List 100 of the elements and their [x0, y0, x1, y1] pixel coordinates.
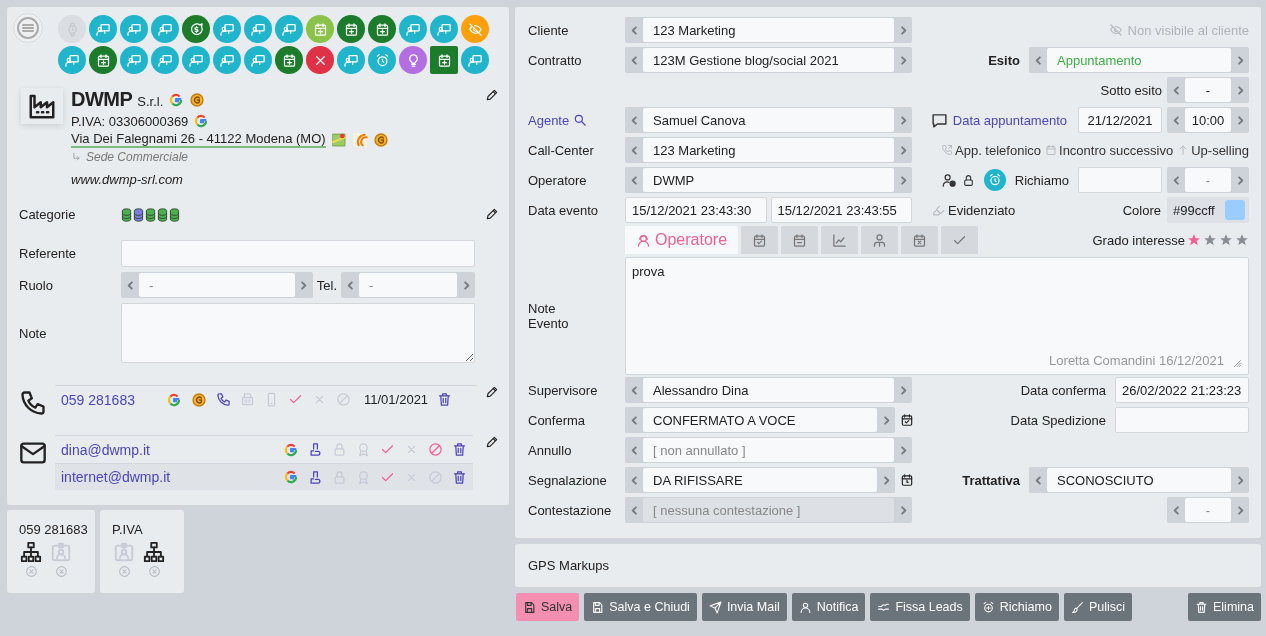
status-button[interactable]: [151, 15, 179, 43]
status-button[interactable]: [430, 15, 458, 43]
search-icon[interactable]: [573, 113, 588, 127]
id-badge-icon[interactable]: [50, 541, 72, 563]
select-field[interactable]: -: [1185, 498, 1231, 522]
status-button[interactable]: [244, 46, 272, 74]
action-button[interactable]: Pulisci: [1063, 593, 1132, 621]
select-field[interactable]: 123 Marketing: [643, 138, 894, 162]
g-coin-icon[interactable]: [189, 91, 206, 108]
status-button[interactable]: [89, 46, 117, 74]
text-field[interactable]: [121, 240, 475, 267]
select-field[interactable]: -: [1185, 78, 1231, 102]
select-field[interactable]: -: [139, 273, 295, 297]
action-button[interactable]: Richiamo: [974, 593, 1059, 621]
date-field[interactable]: 15/12/2021 23:43:30: [625, 197, 767, 223]
email-link[interactable]: internet@dwmp.it: [61, 469, 171, 485]
status-button[interactable]: [275, 46, 303, 74]
status-button[interactable]: [337, 15, 365, 43]
status-button[interactable]: [399, 46, 427, 74]
status-button[interactable]: [306, 46, 334, 74]
select-field[interactable]: DWMP: [643, 168, 894, 192]
date-field[interactable]: [1078, 167, 1162, 193]
tab[interactable]: [781, 226, 819, 254]
date-field[interactable]: 21/12/2021: [1078, 107, 1162, 133]
option-toggle[interactable]: Incontro successivo: [1059, 142, 1174, 158]
select-field[interactable]: Samuel Canova: [643, 108, 894, 132]
map-icon[interactable]: [330, 131, 347, 148]
status-button[interactable]: [399, 15, 427, 43]
g-coin-icon[interactable]: [191, 391, 207, 408]
tab[interactable]: [741, 226, 779, 254]
alarm-button[interactable]: [983, 169, 1006, 191]
arc-logo-icon[interactable]: [351, 131, 368, 148]
menu-button[interactable]: [13, 13, 43, 43]
status-button[interactable]: [244, 15, 272, 43]
pencil-icon[interactable]: [485, 88, 499, 102]
google-icon[interactable]: [283, 469, 299, 485]
x-circle-icon[interactable]: [54, 565, 68, 578]
action-button[interactable]: Fissa Leads: [870, 593, 970, 621]
trash-icon[interactable]: [437, 392, 453, 407]
select-field[interactable]: 10:00: [1185, 108, 1231, 132]
hierarchy-icon[interactable]: [143, 541, 165, 563]
x-circle-icon[interactable]: [24, 565, 38, 578]
status-button[interactable]: [182, 15, 210, 43]
option-toggle[interactable]: Up-selling: [1191, 142, 1249, 158]
status-button[interactable]: [368, 46, 396, 74]
date-field[interactable]: [1115, 407, 1249, 433]
status-button[interactable]: [213, 46, 241, 74]
highlighter-icon[interactable]: [932, 203, 945, 217]
trash-icon[interactable]: [452, 469, 467, 485]
action-button[interactable]: Notifica: [791, 593, 866, 621]
phone-link[interactable]: 059 281683: [61, 391, 157, 408]
highlight-toggle[interactable]: Evidenziato: [948, 202, 1016, 218]
tab[interactable]: [861, 226, 899, 254]
status-button[interactable]: [213, 15, 241, 43]
g-coin-icon[interactable]: [372, 131, 389, 148]
status-button[interactable]: [182, 46, 210, 74]
google-icon[interactable]: [283, 441, 299, 458]
select-field[interactable]: CONFERMATO A VOCE: [643, 408, 877, 432]
lock-icon[interactable]: [961, 173, 975, 187]
email-link[interactable]: dina@dwmp.it: [61, 441, 150, 458]
select-field[interactable]: 123 Marketing: [643, 18, 894, 42]
tab[interactable]: [901, 226, 939, 254]
action-button[interactable]: Invia Mail: [701, 593, 787, 621]
status-button[interactable]: [461, 46, 489, 74]
status-button[interactable]: [368, 15, 396, 43]
date-field[interactable]: 15/12/2021 23:43:55: [770, 197, 912, 223]
select-field[interactable]: SCONOSCIUTO: [1047, 468, 1231, 492]
google-icon[interactable]: [168, 91, 185, 108]
google-icon[interactable]: [166, 391, 182, 408]
trash-icon[interactable]: [452, 442, 467, 457]
action-button[interactable]: Salva: [516, 593, 580, 621]
select-field[interactable]: Alessandro Dina: [643, 378, 894, 402]
fax-icon[interactable]: [240, 392, 255, 407]
select-field[interactable]: 123M Gestione blog/social 2021: [643, 48, 894, 72]
select-field[interactable]: -: [1185, 168, 1231, 192]
hierarchy-icon[interactable]: [20, 541, 42, 563]
note-field[interactable]: [121, 303, 475, 363]
address-link[interactable]: Via Dei Falegnami 26 - 41122 Modena (MO): [71, 131, 326, 148]
phone-call-icon[interactable]: [941, 144, 953, 156]
status-button[interactable]: [58, 46, 86, 74]
pencil-icon[interactable]: [485, 207, 499, 221]
option-toggle[interactable]: App. telefonico: [955, 142, 1041, 158]
phone-icon[interactable]: [216, 392, 231, 407]
action-button[interactable]: Salva e Chiudi: [584, 593, 697, 621]
select-field[interactable]: DA RIFISSARE: [643, 468, 877, 492]
status-button[interactable]: [430, 46, 458, 74]
x-circle-icon[interactable]: [147, 565, 161, 578]
color-field[interactable]: #99ccff: [1167, 197, 1249, 223]
select-field[interactable]: -: [359, 273, 457, 297]
website-link[interactable]: www.dwmp-srl.com: [71, 172, 485, 187]
pencil-icon[interactable]: [485, 385, 499, 399]
ban-icon[interactable]: [336, 392, 351, 407]
status-button[interactable]: [275, 15, 303, 43]
status-button[interactable]: [151, 46, 179, 74]
star-rating[interactable]: [1187, 233, 1249, 247]
x-circle-icon[interactable]: [117, 565, 131, 578]
award-icon[interactable]: [356, 442, 371, 457]
status-button[interactable]: [120, 46, 148, 74]
pencil-icon[interactable]: [485, 435, 499, 449]
status-button[interactable]: [120, 15, 148, 43]
